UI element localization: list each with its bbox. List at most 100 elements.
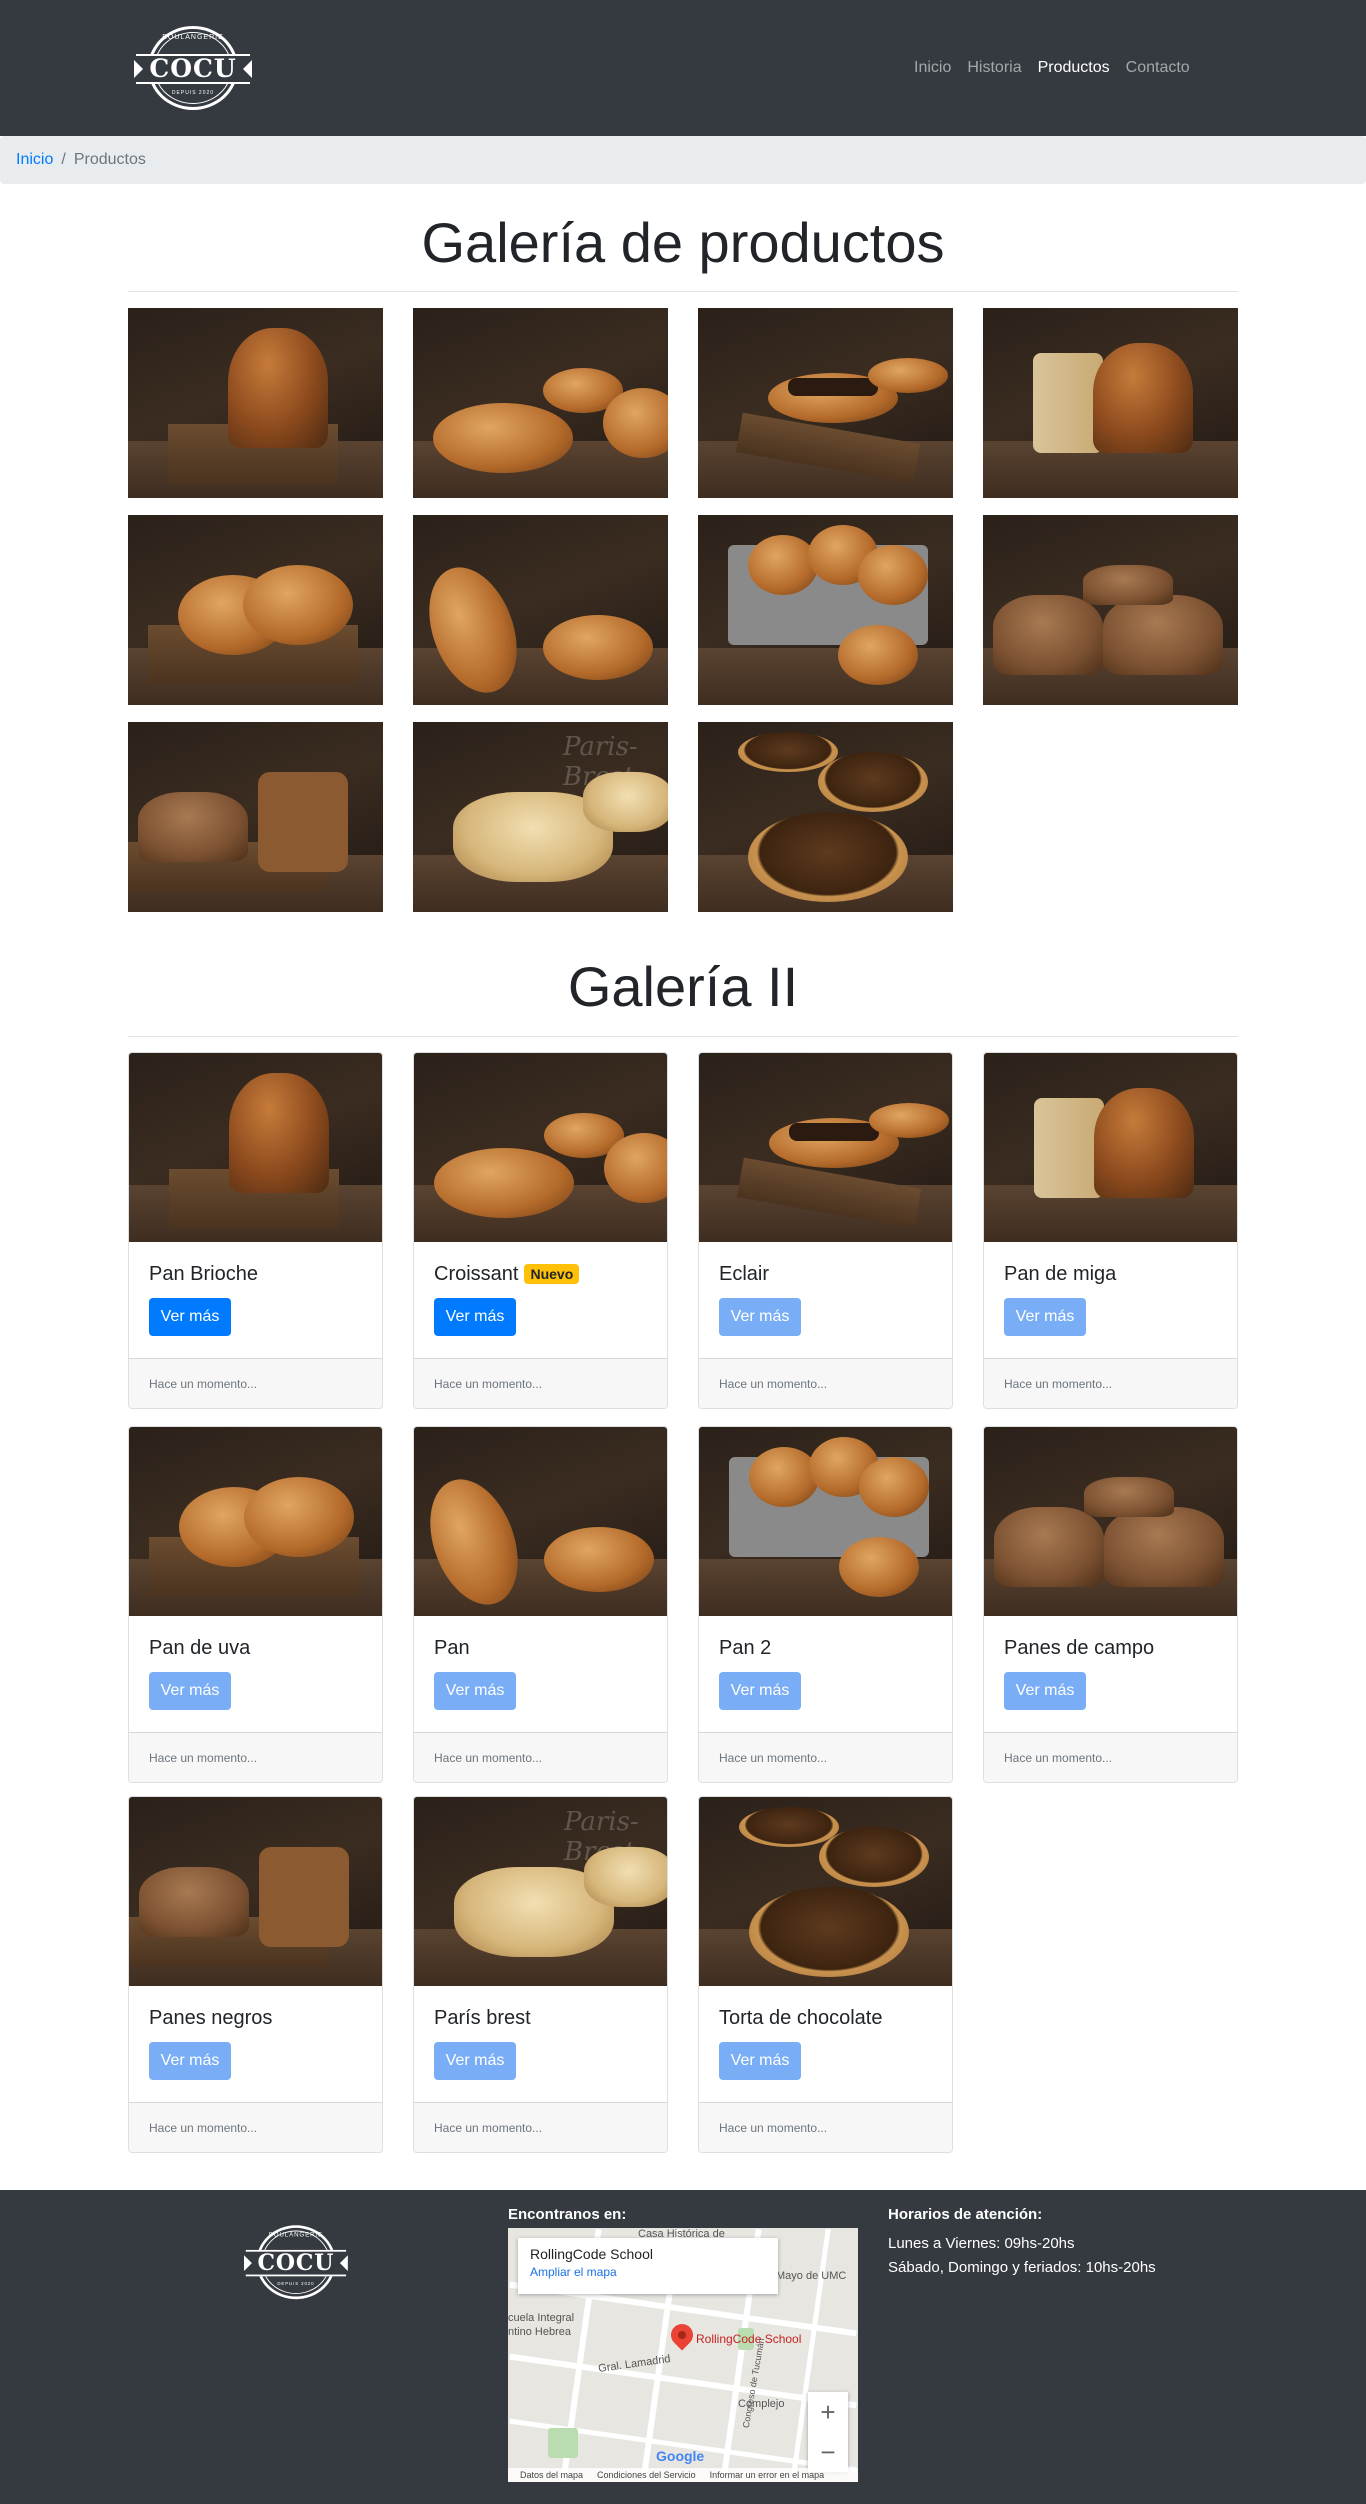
map-terms-link[interactable]: Condiciones del Servicio (597, 2468, 696, 2482)
gallery-image-panes-de-campo[interactable] (983, 515, 1238, 705)
card-footer: Hace un momento... (414, 1358, 667, 1408)
map-data-link[interactable]: Datos del mapa (520, 2468, 583, 2482)
card-title: Pan de uva (149, 1637, 251, 1659)
card-title: Panes negros (149, 2007, 273, 2029)
card-footer: Hace un momento... (129, 1358, 382, 1408)
product-card-panes-de-campo: Panes de campo Ver más Hace un momento..… (983, 1426, 1238, 1783)
card-title-text: Croissant (434, 1263, 519, 1285)
ver-mas-button[interactable]: Ver más (434, 2042, 516, 2080)
product-card-croissant: Croissant Nuevo Ver más Hace un momento.… (413, 1052, 668, 1409)
product-image[interactable] (984, 1427, 1237, 1616)
hours-heading: Horarios de atención: (888, 2206, 1043, 2223)
breadcrumb-separator: / (61, 151, 66, 168)
card-title: París brest (434, 2007, 531, 2029)
card-title: Pan (434, 1637, 470, 1659)
card-title: Eclair (719, 1263, 770, 1285)
gallery-image-panes-negros[interactable] (128, 722, 383, 912)
map-pin-icon[interactable] (666, 2319, 698, 2351)
product-image[interactable] (699, 1053, 952, 1242)
card-footer: Hace un momento... (129, 1732, 382, 1782)
breadcrumb-current: Productos (73, 151, 146, 168)
product-image[interactable]: Paris-Brest (414, 1797, 667, 1986)
ver-mas-button[interactable]: Ver más (149, 1672, 231, 1710)
product-card-paris-brest: Paris-Brest París brest Ver más Hace un … (413, 1796, 668, 2153)
ver-mas-button[interactable]: Ver más (1004, 1672, 1086, 1710)
product-card-eclair: Eclair Ver más Hace un momento... (698, 1052, 953, 1409)
card-footer: Hace un momento... (984, 1358, 1237, 1408)
navbar: BOULANGERIE COCU DEPUIS 2020 Inicio Hist… (0, 0, 1366, 136)
map-attribution: Datos del mapa Condiciones del Servicio … (508, 2468, 858, 2482)
breadcrumb-home-link[interactable]: Inicio (16, 151, 53, 169)
gallery-image-torta-de-chocolate[interactable] (698, 722, 953, 912)
ver-mas-button[interactable]: Ver más (149, 1298, 231, 1336)
map-label: cuela Integral (508, 2312, 575, 2324)
product-image[interactable] (414, 1053, 667, 1242)
ver-mas-button[interactable]: Ver más (719, 2042, 801, 2080)
nav-links: Inicio Historia Productos Contacto (906, 58, 1198, 78)
card-title: Pan Brioche (149, 1263, 258, 1285)
card-footer: Hace un momento... (699, 1358, 952, 1408)
card-footer: Hace un momento... (984, 1732, 1237, 1782)
zoom-in-button[interactable]: + (808, 2392, 848, 2432)
card-title: Pan 2 (719, 1637, 772, 1659)
gallery-image-pan-brioche[interactable] (128, 308, 383, 498)
brand-logo[interactable]: BOULANGERIE COCU DEPUIS 2020 (134, 20, 252, 116)
nav-link-productos[interactable]: Productos (1030, 58, 1118, 78)
gallery-image-pan-de-miga[interactable] (983, 308, 1238, 498)
card-footer: Hace un momento... (699, 2102, 952, 2152)
card-footer: Hace un momento... (699, 1732, 952, 1782)
nav-link-historia[interactable]: Historia (959, 58, 1029, 78)
product-image[interactable] (129, 1427, 382, 1616)
hours-weekdays: Lunes a Viernes: 09hs-20hs (888, 2235, 1075, 2252)
ver-mas-button[interactable]: Ver más (434, 1298, 516, 1336)
zoom-out-button[interactable]: − (808, 2432, 848, 2472)
gallery-image-eclair[interactable] (698, 308, 953, 498)
ver-mas-button[interactable]: Ver más (149, 2042, 231, 2080)
map-heading: Encontranos en: (508, 2206, 627, 2223)
card-title: Panes de campo (1004, 1637, 1155, 1659)
gallery-image-paris-brest[interactable]: Paris-Brest (413, 722, 668, 912)
product-card-pan-de-miga: Pan de miga Ver más Hace un momento... (983, 1052, 1238, 1409)
product-card-pan-de-uva: Pan de uva Ver más Hace un momento... (128, 1426, 383, 1783)
gallery-image-pan-2[interactable] (698, 515, 953, 705)
new-badge: Nuevo (524, 1264, 580, 1284)
ver-mas-button[interactable]: Ver más (719, 1672, 801, 1710)
gallery-title: Galería de productos (421, 211, 945, 274)
product-image[interactable] (984, 1053, 1237, 1242)
product-card-pan: Pan Ver más Hace un momento... (413, 1426, 668, 1783)
gallery-image-pan[interactable] (413, 515, 668, 705)
footer-logo[interactable]: BOULANGERIE COCU DEPUIS 2020 (243, 2220, 348, 2304)
gallery-image-pan-de-uva[interactable] (128, 515, 383, 705)
ver-mas-button[interactable]: Ver más (1004, 1298, 1086, 1336)
ver-mas-button[interactable]: Ver más (434, 1672, 516, 1710)
card-footer: Hace un momento... (414, 2102, 667, 2152)
product-card-pan-brioche: Pan Brioche Ver más Hace un momento... (128, 1052, 383, 1409)
product-image[interactable] (414, 1427, 667, 1616)
product-image[interactable] (129, 1053, 382, 1242)
map-report-link[interactable]: Informar un error en el mapa (710, 2468, 825, 2482)
product-image[interactable] (699, 1797, 952, 1986)
card-title: Croissant Nuevo (434, 1262, 647, 1286)
product-card-panes-negros: Panes negros Ver más Hace un momento... (128, 1796, 383, 2153)
card-title: Torta de chocolate (719, 2007, 883, 2029)
nav-link-contacto[interactable]: Contacto (1118, 58, 1198, 78)
card-footer: Hace un momento... (129, 2102, 382, 2152)
enlarge-map-link[interactable]: Ampliar el mapa (530, 2265, 766, 2279)
ver-mas-button[interactable]: Ver más (719, 1298, 801, 1336)
product-image[interactable] (129, 1797, 382, 1986)
nav-link-inicio[interactable]: Inicio (906, 58, 959, 78)
hours-weekend: Sábado, Domingo y feriados: 10hs-20hs (888, 2259, 1156, 2276)
gallery-image-croissant[interactable] (413, 308, 668, 498)
divider (128, 1036, 1238, 1037)
google-logo: Google (656, 2448, 705, 2464)
gallery2-title: Galería II (567, 955, 799, 1018)
card-footer: Hace un momento... (414, 1732, 667, 1782)
map-info-card: RollingCode School Ampliar el mapa (518, 2238, 778, 2294)
product-image[interactable] (699, 1427, 952, 1616)
map-label: Mayo de UMC (776, 2270, 847, 2282)
divider (128, 291, 1238, 292)
map-zoom-controls: + − (808, 2392, 848, 2472)
product-card-torta-de-chocolate: Torta de chocolate Ver más Hace un momen… (698, 1796, 953, 2153)
embedded-map[interactable]: Casa Histórica de Mayo de UMC cuela Inte… (508, 2228, 858, 2482)
map-pin-label: RollingCode School (696, 2332, 802, 2346)
